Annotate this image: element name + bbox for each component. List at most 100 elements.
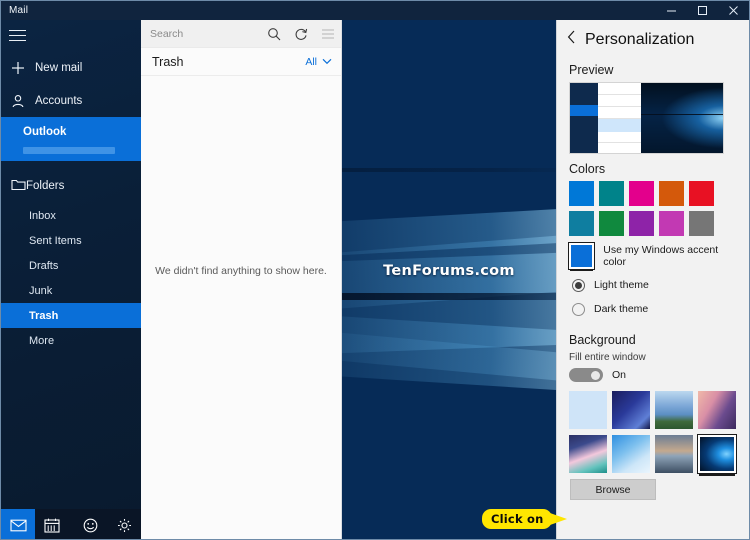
wallpaper-thumb-dark-streaks[interactable] bbox=[612, 391, 650, 429]
hamburger-menu-button[interactable] bbox=[1, 20, 141, 51]
window-controls bbox=[656, 1, 749, 20]
use-accent-color-option[interactable]: Use my Windows accent color bbox=[567, 242, 739, 270]
folder-item-more[interactable]: More bbox=[1, 328, 141, 353]
browse-button[interactable]: Browse bbox=[570, 479, 656, 500]
bottom-toolbar bbox=[1, 509, 141, 539]
folder-item-trash[interactable]: Trash bbox=[1, 303, 141, 328]
maximize-icon bbox=[698, 6, 707, 15]
panel-body: Preview Colors Use my Windows accent col… bbox=[557, 63, 749, 500]
folder-item-inbox[interactable]: Inbox bbox=[1, 203, 141, 228]
minimize-button[interactable] bbox=[656, 1, 687, 20]
mail-icon bbox=[9, 519, 27, 531]
wallpaper-thumb-pastel-waves[interactable] bbox=[569, 435, 607, 473]
back-button[interactable] bbox=[567, 30, 576, 49]
folder-label: Sent Items bbox=[29, 234, 82, 247]
folder-label: Inbox bbox=[29, 209, 56, 222]
fill-window-toggle[interactable] bbox=[569, 368, 603, 382]
calendar-button[interactable] bbox=[35, 509, 69, 539]
fill-window-toggle-row[interactable]: On bbox=[569, 368, 739, 382]
color-swatch[interactable] bbox=[659, 211, 684, 236]
list-header: Trash All bbox=[141, 48, 341, 76]
search-icon bbox=[267, 27, 280, 40]
folder-list: Inbox Sent Items Drafts Junk Trash More bbox=[1, 203, 141, 353]
accounts-button[interactable]: Accounts bbox=[1, 84, 141, 117]
preview-list bbox=[598, 83, 641, 153]
selection-mode-button[interactable] bbox=[314, 20, 341, 48]
folder-label: More bbox=[29, 334, 55, 347]
color-swatch[interactable] bbox=[569, 181, 594, 206]
color-swatch[interactable] bbox=[599, 211, 624, 236]
filter-value: All bbox=[305, 55, 317, 68]
folder-label: Drafts bbox=[29, 259, 59, 272]
chevron-down-icon bbox=[322, 58, 332, 65]
settings-button[interactable] bbox=[107, 509, 141, 539]
dark-theme-label: Dark theme bbox=[594, 303, 649, 315]
callout-arrow-icon bbox=[550, 513, 568, 525]
color-swatch[interactable] bbox=[689, 181, 714, 206]
close-button[interactable] bbox=[718, 1, 749, 20]
sync-button[interactable] bbox=[287, 20, 314, 48]
color-swatch[interactable] bbox=[689, 211, 714, 236]
mail-app-window: Mail New mail Accounts Outlook Folders I… bbox=[0, 0, 750, 540]
left-navigation-rail: New mail Accounts Outlook Folders Inbox … bbox=[1, 20, 141, 539]
folder-label: Trash bbox=[29, 309, 59, 322]
search-bar: Search bbox=[141, 20, 341, 48]
color-swatch[interactable] bbox=[569, 211, 594, 236]
search-input[interactable]: Search bbox=[141, 28, 260, 40]
browse-button-label: Browse bbox=[595, 483, 631, 496]
color-swatch-row-1 bbox=[569, 181, 739, 206]
window-title: Mail bbox=[9, 5, 29, 16]
account-name-label: Outlook bbox=[23, 126, 67, 138]
folder-item-junk[interactable]: Junk bbox=[1, 278, 141, 303]
wallpaper-thumbnails-row-2 bbox=[569, 434, 739, 474]
selection-mode-icon bbox=[321, 28, 334, 39]
wallpaper-band bbox=[342, 293, 556, 300]
folder-item-sent-items[interactable]: Sent Items bbox=[1, 228, 141, 253]
account-placeholder-bar bbox=[1, 147, 141, 161]
watermark-text: TenForums.com bbox=[383, 263, 515, 279]
wallpaper-thumb-pink-ribbon[interactable] bbox=[698, 391, 736, 429]
color-swatch[interactable] bbox=[599, 181, 624, 206]
dark-theme-option[interactable]: Dark theme bbox=[572, 297, 739, 321]
click-on-callout: Click on bbox=[482, 509, 568, 529]
wallpaper-thumb-blue-polygons[interactable] bbox=[612, 435, 650, 473]
account-outlook[interactable]: Outlook bbox=[1, 117, 141, 147]
current-folder-title: Trash bbox=[152, 54, 184, 69]
maximize-button[interactable] bbox=[687, 1, 718, 20]
minimize-icon bbox=[667, 10, 676, 12]
color-swatch[interactable] bbox=[629, 181, 654, 206]
preview-section-label: Preview bbox=[569, 63, 614, 77]
wallpaper-thumb-plain-light-blue[interactable] bbox=[569, 391, 607, 429]
filter-dropdown[interactable]: All bbox=[305, 56, 332, 68]
wallpaper-thumb-windows-hero[interactable] bbox=[697, 434, 737, 474]
fill-entire-window-label: Fill entire window bbox=[569, 352, 646, 363]
folder-item-drafts[interactable]: Drafts bbox=[1, 253, 141, 278]
title-bar: Mail bbox=[1, 1, 749, 20]
panel-title: Personalization bbox=[585, 30, 695, 48]
mail-button[interactable] bbox=[1, 509, 35, 539]
preview-wallpaper bbox=[641, 83, 723, 153]
color-swatch[interactable] bbox=[659, 181, 684, 206]
wallpaper-thumb-lake-sunset[interactable] bbox=[655, 435, 693, 473]
accounts-label: Accounts bbox=[35, 94, 83, 107]
wallpaper-band bbox=[342, 168, 556, 172]
theme-preview bbox=[569, 82, 724, 154]
chevron-left-icon bbox=[567, 30, 575, 44]
folders-header[interactable]: Folders bbox=[1, 169, 141, 203]
radio-light-theme bbox=[572, 278, 585, 292]
color-swatch-row-2 bbox=[569, 211, 739, 236]
wallpaper-thumb-blue-hill[interactable] bbox=[655, 391, 693, 429]
light-theme-label: Light theme bbox=[594, 279, 649, 291]
light-theme-option[interactable]: Light theme bbox=[572, 273, 739, 297]
smiley-icon bbox=[83, 518, 97, 532]
colors-section-label: Colors bbox=[569, 162, 606, 176]
color-swatch[interactable] bbox=[629, 211, 654, 236]
person-icon bbox=[11, 94, 33, 108]
sync-icon bbox=[295, 28, 307, 40]
new-mail-button[interactable]: New mail bbox=[1, 51, 141, 84]
calendar-icon bbox=[44, 518, 60, 533]
preview-rail bbox=[570, 83, 598, 153]
feedback-button[interactable] bbox=[73, 509, 107, 539]
search-button[interactable] bbox=[260, 20, 287, 48]
panel-header: Personalization bbox=[557, 20, 749, 55]
